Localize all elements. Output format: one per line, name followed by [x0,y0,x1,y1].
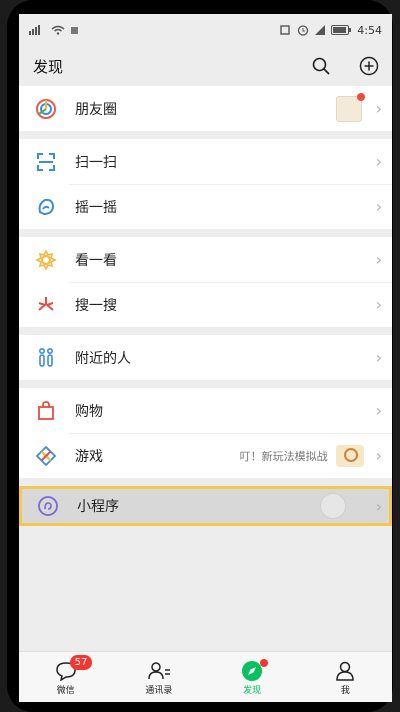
tab-discover[interactable]: 发现 [206,652,299,702]
row-search[interactable]: 搜一搜 › [19,282,392,327]
screen: 4:54 发现 朋友圈 › 扫一扫 › 摇一摇 › 看一看 › 搜一搜 › 附近… [19,14,392,702]
row-label: 游戏 [75,448,103,465]
vibrate-icon [280,25,290,35]
group-nearby: 附近的人 › [19,335,392,380]
tab-label: 发现 [243,685,262,696]
row-label: 朋友圈 [75,101,117,118]
header-actions [310,55,380,77]
unread-badge: 57 [69,655,93,670]
signal-full-icon [315,25,326,35]
shake-icon [35,196,57,218]
new-dot [356,92,365,101]
mini-program-avatar [319,493,346,519]
game-logo [335,444,364,467]
chevron-right-icon: › [375,401,382,420]
signal-icon [29,25,40,35]
mini-program-icon [37,495,59,517]
status-right: 4:54 [279,24,382,37]
row-games[interactable]: 游戏 叮！新玩法模拟战 › [19,433,392,478]
header: 发现 [19,46,392,86]
add-button[interactable] [358,55,380,77]
group-shop-games: 购物 › 游戏 叮！新玩法模拟战 › [19,388,392,478]
search-button[interactable] [310,55,332,77]
alarm-icon [298,25,309,36]
row-label: 扫一扫 [75,154,117,171]
row-moments[interactable]: 朋友圈 › [19,86,392,131]
discover-list: 朋友圈 › 扫一扫 › 摇一摇 › 看一看 › 搜一搜 › 附近的人 › 购物 … [19,86,392,526]
search-icon [312,57,330,75]
people-nearby-icon [35,347,57,369]
notification-icon [71,26,78,34]
game-promo-text: 叮！新玩法模拟战 [239,449,328,463]
chevron-right-icon: › [375,99,382,118]
row-scan[interactable]: 扫一扫 › [19,139,392,184]
chevron-right-icon: › [375,348,382,367]
status-left [29,25,78,35]
tab-label: 通讯录 [145,685,173,696]
tab-me[interactable]: 我 [299,652,392,702]
row-nearby[interactable]: 附近的人 › [19,335,392,380]
search-sparkle-icon [35,294,57,316]
status-bar: 4:54 [19,14,392,46]
row-label: 看一看 [75,252,117,269]
row-mini-program[interactable]: 小程序 › [19,486,392,526]
new-dot [260,659,269,667]
chevron-right-icon: › [375,152,382,171]
tab-contacts[interactable]: 通讯录 [112,652,205,702]
moments-icon [35,98,57,120]
row-shopping[interactable]: 购物 › [19,388,392,433]
page-title: 发现 [33,57,64,76]
wifi-icon [51,25,65,35]
person-icon [335,659,355,683]
chevron-right-icon: › [375,250,382,269]
bottom-tab-bar: 57 微信 通讯录 发现 我 [19,651,392,702]
tab-chats[interactable]: 57 微信 [19,652,112,702]
scan-icon [35,151,57,173]
row-label: 摇一摇 [75,199,117,216]
group-mini: 小程序 › [19,486,392,526]
status-time: 4:54 [357,23,382,37]
contacts-icon [147,659,171,683]
group-moments: 朋友圈 › [19,86,392,131]
row-label: 搜一搜 [75,297,117,314]
group-scan-shake: 扫一扫 › 摇一摇 › [19,139,392,229]
battery-icon [331,25,352,35]
row-label: 购物 [75,403,103,420]
row-look[interactable]: 看一看 › [19,237,392,282]
chevron-right-icon: › [375,446,382,465]
tab-label: 微信 [56,685,75,696]
row-label: 附近的人 [75,350,131,367]
shopping-bag-icon [35,400,57,422]
row-shake[interactable]: 摇一摇 › [19,184,392,229]
phone-frame: 4:54 发现 朋友圈 › 扫一扫 › 摇一摇 › 看一看 › 搜一搜 › 附近… [7,0,393,712]
moments-avatar-thumb [335,92,365,122]
chevron-right-icon: › [375,197,382,216]
group-look-search: 看一看 › 搜一搜 › [19,237,392,327]
look-icon [35,248,57,271]
game-diamond-icon [35,445,57,467]
tab-label: 我 [340,685,350,696]
chevron-right-icon: › [375,496,382,516]
chevron-right-icon: › [375,295,382,314]
row-label: 小程序 [77,499,119,515]
plus-circle-icon [359,56,379,76]
